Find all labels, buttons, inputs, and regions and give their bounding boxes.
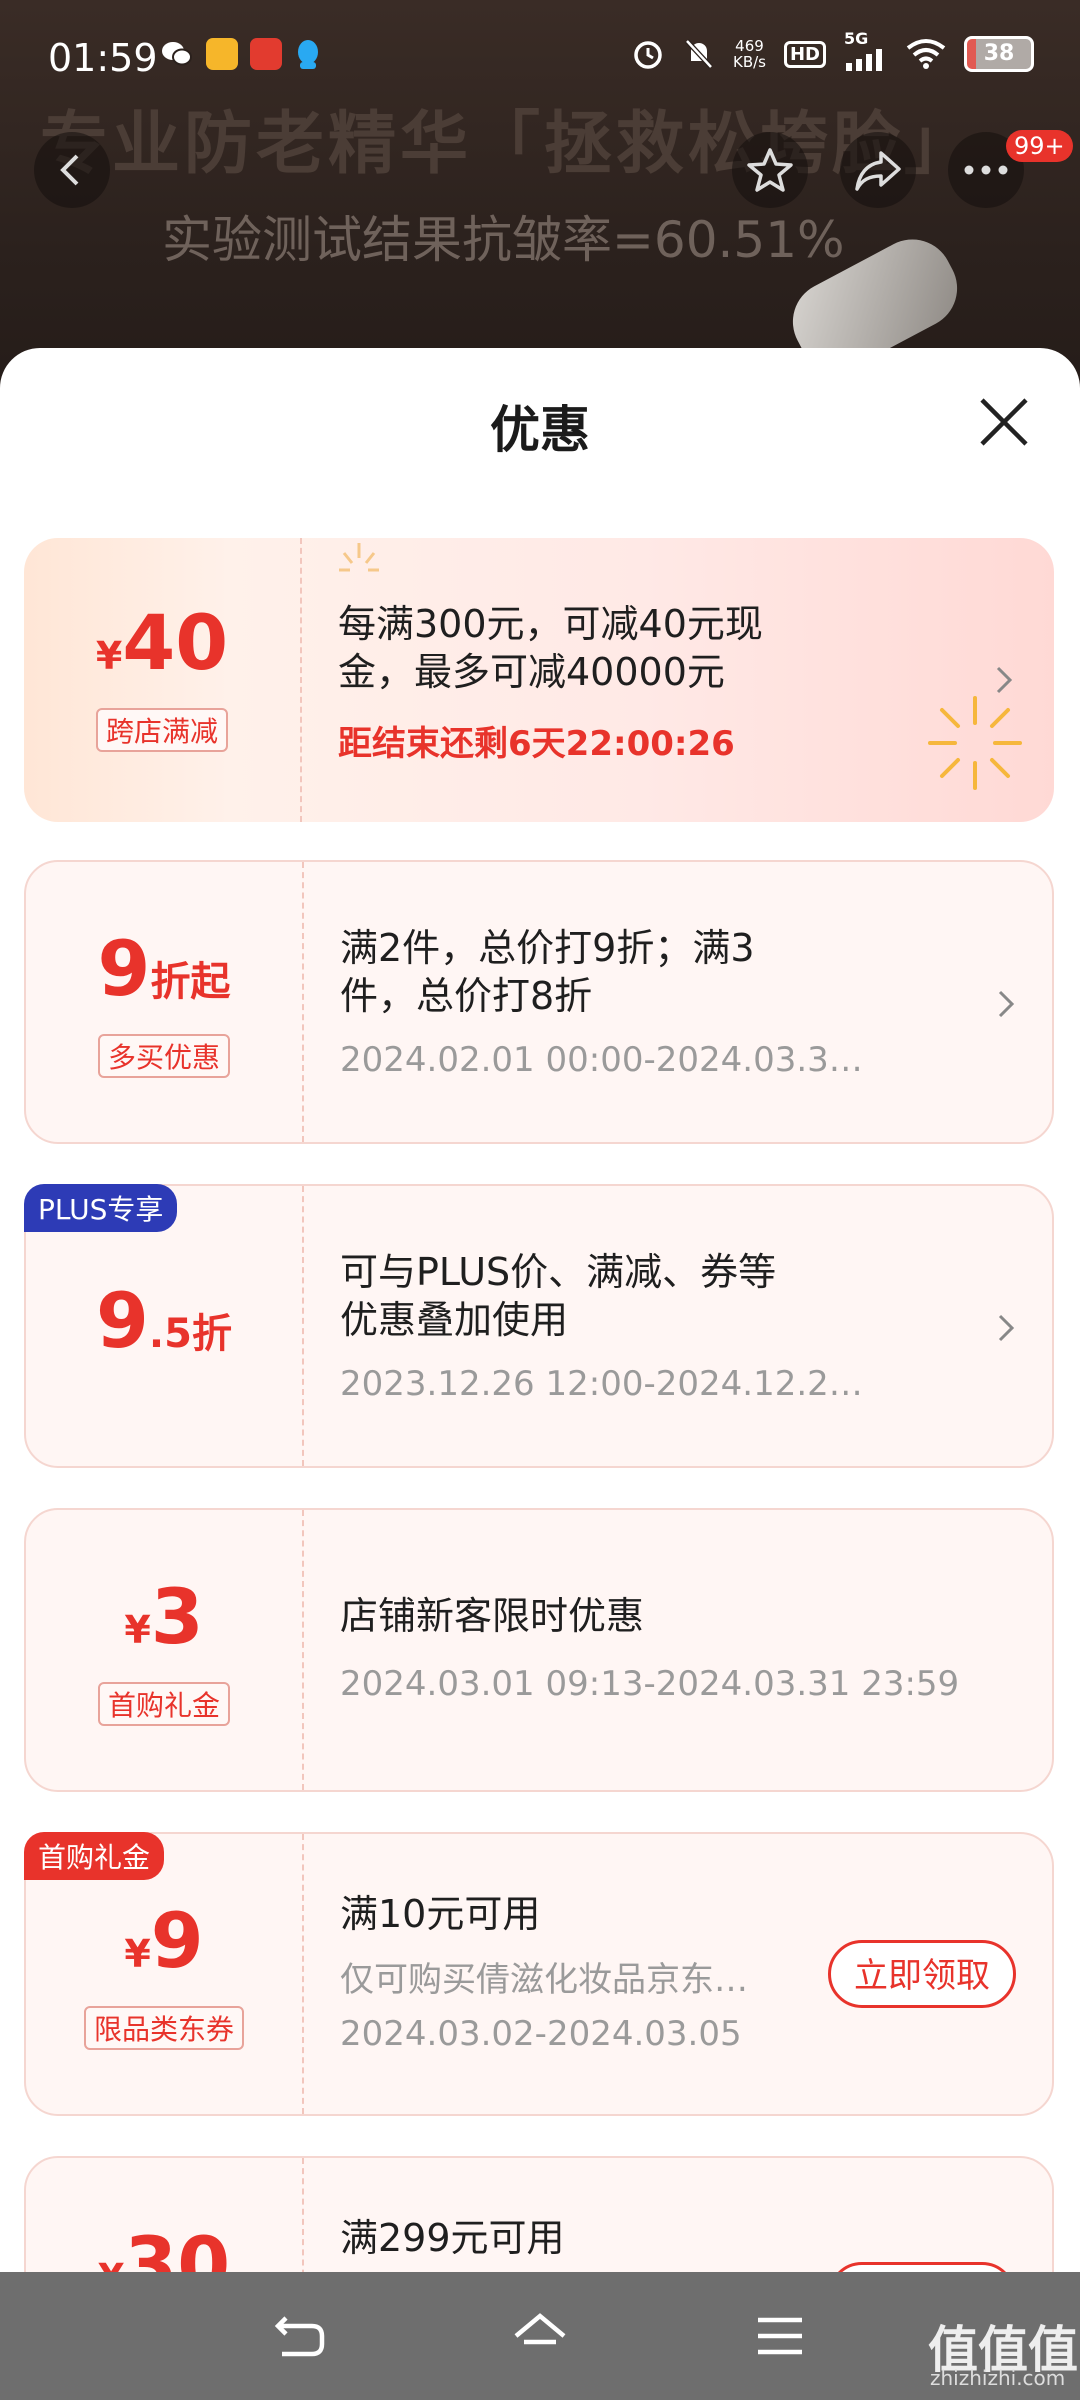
status-time: 01:59 bbox=[48, 36, 158, 80]
coupon-description-line2: 件，总价打8折 bbox=[340, 974, 593, 1018]
favorite-button[interactable] bbox=[732, 132, 808, 208]
coupon-type-tag: 跨店满减 bbox=[95, 708, 229, 752]
network-type: 5G bbox=[844, 29, 869, 48]
amount-suffix: 折起 bbox=[150, 959, 231, 1005]
notification-icons bbox=[160, 38, 322, 72]
coupon-card-category[interactable]: 首购礼金 ¥9 限品类东券 满10元可用 仅可购买倩滋化妆品京东… 2024.0… bbox=[24, 1832, 1054, 2116]
claim-coupon-button[interactable]: 立即领取 bbox=[828, 1940, 1016, 2008]
star-icon bbox=[747, 148, 793, 192]
close-icon[interactable] bbox=[978, 396, 1030, 448]
coupon-validity: 2023.12.26 12:00-2024.12.2… bbox=[340, 1364, 863, 1404]
coupon-value-area: ¥9 限品类东券 bbox=[26, 1834, 302, 2114]
coupon-value-area: ¥3 首购礼金 bbox=[26, 1510, 302, 1790]
status-right-icons: 469 KB/s HD 5G 38 bbox=[631, 29, 1034, 72]
coupon-value-area: ¥30 bbox=[26, 2158, 302, 2278]
currency-symbol: ¥ bbox=[124, 1608, 151, 1652]
coupon-validity: 2024.03.02-2024.03.05 bbox=[340, 2014, 742, 2054]
coupon-description-line1: 每满300元，可减40元现 bbox=[338, 602, 763, 646]
coupon-description-line1: 店铺新客限时优惠 bbox=[340, 1594, 645, 1638]
chevron-left-icon bbox=[60, 154, 79, 186]
app-notification-icon bbox=[206, 38, 238, 70]
coupon-card-299[interactable]: ¥30 满299元可用 bbox=[24, 2156, 1054, 2278]
coupon-amount: 9折起 bbox=[26, 924, 302, 1013]
wechat-icon bbox=[162, 42, 192, 66]
coupon-amount: ¥3 bbox=[26, 1572, 302, 1661]
status-bar: 01:59 469 KB/s HD 5G 38 bbox=[0, 0, 1080, 110]
mute-bell-icon bbox=[685, 39, 713, 69]
amount-value: 40 bbox=[122, 598, 229, 687]
coupon-value-area: 9.5折 bbox=[26, 1186, 302, 1466]
coupon-value-area: ¥40 跨店满减 bbox=[24, 538, 300, 822]
coupon-card-cross-store[interactable]: ¥40 跨店满减 每满300元，可减40元现 金，最多可减40000元 距结束还… bbox=[24, 538, 1054, 822]
currency-symbol: ¥ bbox=[124, 1932, 151, 1976]
coupon-description-line1: 满2件，总价打9折；满3 bbox=[340, 926, 755, 970]
share-button[interactable] bbox=[840, 132, 916, 208]
coupon-amount: ¥30 bbox=[26, 2220, 302, 2278]
coupon-divider bbox=[302, 1834, 304, 2114]
offers-sheet: 优惠 ¥40 跨店满减 每满300元，可减40元现 金，最多可减40000元 距… bbox=[0, 348, 1080, 2278]
back-button[interactable] bbox=[34, 132, 110, 208]
coupon-amount: ¥9 bbox=[26, 1896, 302, 1985]
currency-symbol: ¥ bbox=[95, 634, 123, 678]
wifi-icon bbox=[906, 39, 946, 69]
network-speed-value: 469 bbox=[735, 37, 764, 55]
coupon-description-line2: 金，最多可减40000元 bbox=[338, 650, 725, 694]
amount-value: 9 bbox=[97, 924, 151, 1013]
coupon-value-area: 9折起 多买优惠 bbox=[26, 862, 302, 1142]
amount-value: 3 bbox=[150, 1572, 204, 1661]
chevron-right-icon[interactable] bbox=[992, 662, 1016, 698]
alarm-icon bbox=[634, 41, 662, 69]
chevron-right-icon[interactable] bbox=[994, 1310, 1018, 1346]
coupon-type-tag: 首购礼金 bbox=[97, 1682, 231, 1726]
coupon-validity: 2024.02.01 00:00-2024.03.3… bbox=[340, 1040, 863, 1080]
product-banner-subtitle: 实验测试结果抗皱率=60.51% bbox=[162, 211, 845, 269]
coupon-divider bbox=[300, 538, 302, 822]
coupon-validity: 2024.03.01 09:13-2024.03.31 23:59 bbox=[340, 1664, 960, 1704]
chevron-right-icon[interactable] bbox=[994, 986, 1018, 1022]
coupon-type-tag: 限品类东券 bbox=[83, 2006, 245, 2050]
watermark-url: zhizhizhi.com bbox=[930, 2366, 1066, 2390]
home-nav-icon[interactable] bbox=[512, 2310, 568, 2362]
app-notification-icon bbox=[250, 38, 282, 70]
coupon-divider bbox=[302, 1186, 304, 1466]
coupon-scope: 仅可购买倩滋化妆品京东… bbox=[340, 1960, 748, 2000]
notification-badge: 99+ bbox=[1006, 130, 1073, 162]
sparkle-decoration bbox=[339, 543, 379, 572]
coupon-divider bbox=[302, 1510, 304, 1790]
coupon-amount: ¥40 bbox=[24, 598, 300, 687]
coupon-description-line2: 优惠叠加使用 bbox=[340, 1298, 569, 1342]
coupon-card-multi-buy[interactable]: 9折起 多买优惠 满2件，总价打9折；满3 件，总价打8折 2024.02.01… bbox=[24, 860, 1054, 1144]
qq-icon bbox=[298, 40, 318, 69]
coupon-description-line1: 满299元可用 bbox=[340, 2216, 565, 2260]
sheet-title: 优惠 bbox=[490, 401, 590, 459]
coupon-countdown: 距结束还剩6天22:00:26 bbox=[338, 724, 735, 764]
network-speed-unit: KB/s bbox=[732, 53, 766, 71]
coupon-divider bbox=[302, 2158, 304, 2278]
coupon-divider bbox=[302, 862, 304, 1142]
back-nav-icon[interactable] bbox=[272, 2310, 328, 2362]
system-navigation-bar bbox=[0, 2272, 1080, 2400]
menu-nav-icon[interactable] bbox=[752, 2310, 808, 2362]
network-speed: 469 KB/s bbox=[733, 38, 766, 70]
coupon-description-line1: 满10元可用 bbox=[340, 1892, 541, 1936]
hd-indicator: HD bbox=[783, 40, 826, 68]
coupon-type-tag: 多买优惠 bbox=[97, 1034, 231, 1078]
coupon-card-plus[interactable]: PLUS专享 9.5折 可与PLUS价、满减、券等 优惠叠加使用 2023.12… bbox=[24, 1184, 1054, 1468]
amount-value: 9 bbox=[96, 1276, 149, 1365]
coupon-card-new-customer[interactable]: ¥3 首购礼金 店铺新客限时优惠 2024.03.01 09:13-2024.0… bbox=[24, 1508, 1054, 1792]
battery-indicator: 38 bbox=[964, 36, 1034, 72]
more-dots-icon bbox=[964, 165, 1008, 175]
amount-value: 30 bbox=[124, 2220, 231, 2278]
share-icon bbox=[855, 151, 901, 191]
cellular-signal-icon: 5G bbox=[844, 29, 888, 71]
coupon-amount: 9.5折 bbox=[26, 1276, 302, 1365]
coupon-description-line1: 可与PLUS价、满减、券等 bbox=[340, 1250, 777, 1294]
amount-suffix: .5折 bbox=[148, 1311, 232, 1357]
firework-decoration bbox=[928, 696, 1022, 790]
amount-value: 9 bbox=[150, 1896, 204, 1985]
